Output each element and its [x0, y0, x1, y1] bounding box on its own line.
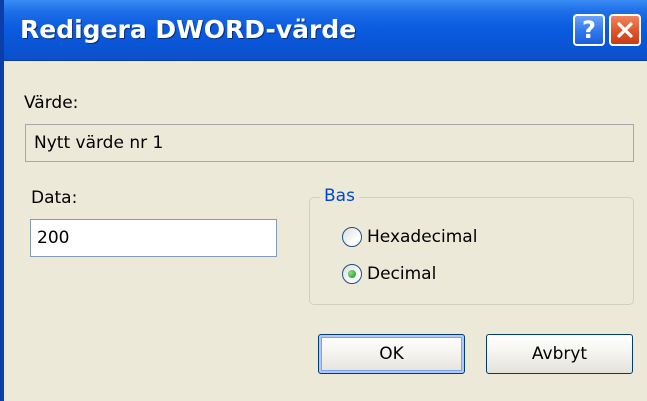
window-frame-left	[0, 60, 4, 401]
value-name-field: Nytt värde nr 1	[25, 124, 634, 162]
base-groupbox	[309, 197, 634, 305]
edit-dword-dialog: Redigera DWORD-värde ? Värde: Nytt värde…	[0, 0, 647, 401]
base-groupbox-title: Bas	[320, 186, 359, 206]
cancel-button[interactable]: Avbryt	[486, 334, 633, 374]
radio-button-selected-icon[interactable]	[342, 264, 362, 284]
title-bar[interactable]: Redigera DWORD-värde ?	[0, 0, 647, 61]
help-button[interactable]: ?	[573, 14, 605, 46]
radio-decimal[interactable]: Decimal	[342, 261, 436, 287]
value-name-text: Nytt värde nr 1	[34, 133, 164, 153]
question-mark-icon: ?	[582, 16, 596, 44]
radio-hexadecimal[interactable]: Hexadecimal	[342, 224, 477, 250]
close-x-icon	[617, 22, 633, 38]
value-data-label: Data:	[31, 188, 78, 208]
radio-button-unselected-icon[interactable]	[342, 227, 362, 247]
value-name-label: Värde:	[24, 93, 79, 113]
close-button[interactable]	[609, 14, 641, 46]
value-data-input[interactable]	[30, 219, 277, 257]
radio-hexadecimal-label[interactable]: Hexadecimal	[367, 227, 477, 247]
dialog-title: Redigera DWORD-värde	[20, 15, 357, 44]
ok-button[interactable]: OK	[318, 334, 465, 374]
radio-selected-dot	[348, 270, 356, 278]
radio-decimal-label[interactable]: Decimal	[367, 264, 436, 284]
